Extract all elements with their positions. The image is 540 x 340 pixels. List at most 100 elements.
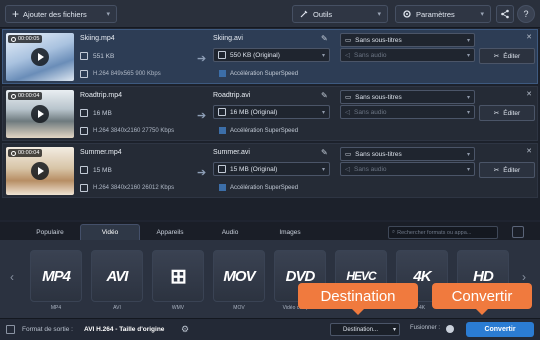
tab-devices[interactable]: Appareils: [140, 224, 200, 240]
edit-button[interactable]: ✂ Éditer: [479, 48, 535, 64]
settings-button[interactable]: Paramètres ▾: [395, 5, 491, 23]
format-caption: AVI: [113, 305, 121, 311]
file-icon: [80, 52, 88, 60]
scroll-left-icon[interactable]: ‹: [10, 270, 14, 284]
file-size: 16 MB: [93, 109, 112, 117]
tab-video[interactable]: Vidéo: [80, 224, 140, 240]
export-icon[interactable]: [512, 226, 524, 238]
video-icon: [80, 127, 88, 135]
video-thumbnail[interactable]: 00:00:05: [6, 33, 74, 81]
file-list: 00:00:05 Skiing.mp4 551 KB H.264 849x565…: [0, 29, 540, 220]
chevron-down-icon: ▾: [480, 11, 484, 18]
close-icon[interactable]: ✕: [526, 33, 532, 41]
clock-icon: [11, 36, 16, 42]
subtitles-select[interactable]: ▭ Sans sous-titres ▾: [340, 33, 475, 47]
video-thumbnail[interactable]: 00:00:04: [6, 90, 74, 138]
convert-arrow-icon: ➔: [197, 167, 206, 179]
format-search-input[interactable]: ⌕ Rechercher formats ou appa...: [388, 226, 498, 239]
folder-icon[interactable]: [6, 325, 15, 334]
help-button[interactable]: ?: [517, 5, 535, 23]
play-icon[interactable]: [31, 162, 49, 180]
file-row[interactable]: 00:00:05 Skiing.mp4 551 KB H.264 849x565…: [2, 29, 538, 84]
chevron-down-icon: ▾: [321, 166, 325, 173]
superspeed-badge: Accélération SuperSpeed: [219, 70, 298, 77]
toolbar: + Ajouter des fichiers ▾ Outils ▾ Paramè…: [0, 0, 540, 28]
scissors-icon: ✂: [493, 53, 500, 60]
pencil-icon[interactable]: ✎: [321, 34, 330, 43]
pencil-icon[interactable]: ✎: [321, 148, 330, 157]
convert-button[interactable]: Convertir: [466, 322, 534, 337]
play-icon[interactable]: [31, 48, 49, 66]
file-name: Summer.mp4: [80, 149, 122, 156]
speaker-icon: ◁: [345, 52, 350, 59]
gear-icon[interactable]: ⚙: [181, 324, 189, 335]
plus-icon: +: [12, 7, 20, 21]
file-icon: [218, 108, 226, 116]
tab-audio[interactable]: Audio: [200, 224, 260, 240]
play-icon[interactable]: [31, 105, 49, 123]
output-size-select[interactable]: 16 MB (Original) ▾: [213, 105, 330, 119]
output-format-value[interactable]: AVI H.264 - Taille d'origine: [84, 326, 164, 333]
chevron-down-icon: ▾: [377, 11, 381, 18]
share-icon: [501, 9, 509, 19]
format-caption: WMV: [171, 305, 185, 311]
speaker-icon: ◁: [345, 109, 350, 116]
audio-select[interactable]: ◁ Sans audio ▾: [340, 105, 475, 119]
chevron-down-icon: ▾: [106, 11, 110, 18]
chevron-down-icon: ▾: [466, 109, 470, 116]
close-icon[interactable]: ✕: [526, 147, 532, 155]
tab-images[interactable]: Images: [260, 224, 320, 240]
format-caption: MP4: [50, 305, 62, 311]
merge-toggle[interactable]: [446, 325, 454, 333]
share-button[interactable]: [496, 5, 514, 23]
audio-select[interactable]: ◁ Sans audio ▾: [340, 48, 475, 62]
chevron-down-icon: ▾: [321, 109, 325, 116]
add-files-button[interactable]: + Ajouter des fichiers ▾: [5, 5, 117, 23]
pencil-icon[interactable]: ✎: [321, 91, 330, 100]
file-icon: [80, 166, 88, 174]
format-avi[interactable]: AVI: [91, 250, 143, 302]
format-mp4[interactable]: MP4: [30, 250, 82, 302]
output-name: Roadtrip.avi: [213, 92, 251, 99]
close-icon[interactable]: ✕: [526, 90, 532, 98]
scroll-right-icon[interactable]: ›: [522, 270, 526, 284]
file-icon: [80, 109, 88, 117]
file-row[interactable]: 00:00:04 Summer.mp4 15 MB H.264 3840x216…: [2, 143, 538, 198]
search-icon: ⌕: [392, 229, 396, 235]
merge-label: Fusionner :: [410, 325, 441, 331]
video-thumbnail[interactable]: 00:00:04: [6, 147, 74, 195]
codec-info: H.264 3840x2160 26012 Kbps: [93, 185, 175, 191]
output-name: Summer.avi: [213, 149, 250, 156]
tools-button[interactable]: Outils ▾: [292, 5, 388, 23]
file-icon: [218, 51, 226, 59]
timecode: 00:00:05: [8, 35, 43, 43]
subtitles-select[interactable]: ▭ Sans sous-titres ▾: [340, 147, 475, 161]
subtitles-icon: ▭: [345, 37, 352, 44]
format-wmv[interactable]: ⊞: [152, 250, 204, 302]
chevron-down-icon: ▾: [466, 37, 470, 44]
clock-icon: [11, 93, 16, 99]
format-mov[interactable]: MOV: [213, 250, 265, 302]
timecode: 00:00:04: [8, 149, 43, 157]
edit-button[interactable]: ✂ Éditer: [479, 162, 535, 178]
subtitles-icon: ▭: [345, 151, 352, 158]
video-icon: [80, 184, 88, 192]
audio-select[interactable]: ◁ Sans audio ▾: [340, 162, 475, 176]
tab-popular[interactable]: Populaire: [20, 224, 80, 240]
file-row[interactable]: 00:00:04 Roadtrip.mp4 16 MB H.264 3840x2…: [2, 86, 538, 141]
output-size-select[interactable]: 550 KB (Original) ▾: [213, 48, 330, 62]
file-size: 551 KB: [93, 52, 115, 60]
superspeed-icon: [219, 184, 226, 191]
clock-icon: [11, 150, 16, 156]
superspeed-badge: Accélération SuperSpeed: [219, 127, 298, 134]
convert-arrow-icon: ➔: [197, 53, 206, 65]
output-size-select[interactable]: 15 MB (Original) ▾: [213, 162, 330, 176]
video-icon: [80, 70, 88, 78]
destination-select[interactable]: Destination... ▾: [330, 323, 400, 336]
format-tabs: Populaire Vidéo Appareils Audio Images ⌕…: [0, 222, 540, 240]
gear-icon: [403, 10, 411, 18]
edit-button[interactable]: ✂ Éditer: [479, 105, 535, 121]
subtitles-select[interactable]: ▭ Sans sous-titres ▾: [340, 90, 475, 104]
convert-callout: Convertir: [432, 283, 532, 315]
status-bar: Format de sortie : AVI H.264 - Taille d'…: [0, 318, 540, 340]
